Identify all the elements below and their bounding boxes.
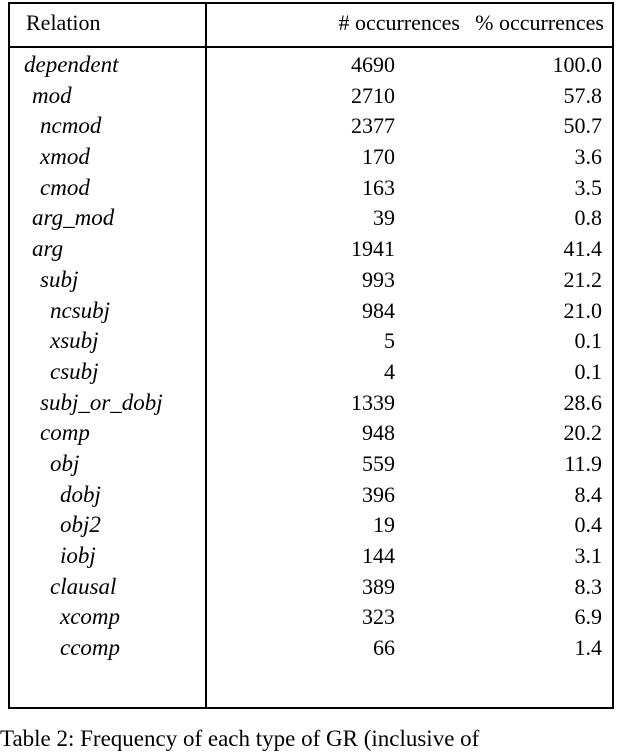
count-cell: 144 [362,543,395,568]
table-row: obj 559 11.9 [10,449,612,480]
relation-cell: arg [32,236,64,262]
relation-cell: ccomp [60,635,121,661]
table-row: xsubj 5 0.1 [10,326,612,357]
relation-cell: clausal [50,573,117,599]
count-cell: 4 [384,358,395,384]
table-row: obj2 19 0.4 [10,510,612,541]
count-cell: 559 [362,450,395,476]
relation-cell: comp [40,420,90,446]
table-row: xmod 170 3.6 [10,142,612,173]
relation-cell: arg_mod [32,205,115,231]
count-cell: 66 [373,635,395,661]
table-body: dependent 4690 100.0 mod 2710 57.8 ncmod 2377 50… [10,50,612,664]
percent-cell: 3.6 [574,144,603,170]
count-cell: 984 [362,297,395,323]
frequency-table: Relation # occurrences % occurrences dep… [8,2,614,709]
count-cell: 396 [362,481,395,507]
table-row: arg 1941 41.4 [10,234,612,265]
relation-cell: subj [40,266,79,292]
percent-cell: 28.6 [563,389,603,415]
header-count: # occurrences [338,10,460,35]
table-row: dependent 4690 100.0 [10,50,612,81]
header-percent: % occurrences [475,10,604,35]
percent-cell: 0.1 [574,358,603,384]
relation-cell: xsubj [50,328,99,354]
table-row: ccomp 66 1.4 [10,633,612,664]
table-row: csubj 4 0.1 [10,357,612,388]
count-cell: 948 [362,420,395,446]
table-row: arg_mod 39 0.8 [10,203,612,234]
relation-cell: ncmod [40,113,102,139]
percent-cell: 57.8 [563,82,603,108]
percent-cell: 20.2 [563,420,603,446]
relation-cell: xmod [40,144,90,170]
relation-cell: xcomp [60,604,121,630]
count-cell: 163 [362,174,395,200]
table-row: xcomp 323 6.9 [10,602,612,633]
table-row: mod 2710 57.8 [10,81,612,112]
percent-cell: 6.9 [574,604,603,630]
table-row: clausal 389 8.3 [10,572,612,603]
count-cell: 323 [362,604,395,630]
table-row: subj_or_dobj 1339 28.6 [10,388,612,419]
count-cell: 2377 [351,113,395,139]
relation-cell: mod [32,82,72,108]
percent-cell: 0.1 [574,328,603,354]
count-cell: 389 [362,573,395,599]
percent-cell: 3.5 [574,174,603,200]
count-cell: 170 [362,144,395,170]
relation-cell: obj2 [60,512,101,538]
count-cell: 4690 [351,52,395,77]
header-separator [10,46,612,48]
relation-cell: ncsubj [50,297,111,323]
count-cell: 1941 [351,236,395,262]
percent-cell: 11.9 [564,450,602,476]
count-cell: 39 [373,205,395,231]
percent-cell: 0.8 [574,205,603,231]
header-relation: Relation [26,10,101,35]
table-caption: Table 2: Frequency of each type of GR (i… [0,726,480,751]
table-row: ncsubj 984 21.0 [10,296,612,327]
percent-cell: 21.0 [563,297,603,323]
percent-cell: 1.4 [574,635,603,661]
relation-cell: iobj [60,543,96,568]
count-cell: 2710 [351,82,395,108]
percent-cell: 41.4 [563,236,603,262]
count-cell: 19 [373,512,395,538]
count-cell: 993 [362,266,395,292]
percent-cell: 3.1 [574,543,603,568]
percent-cell: 0.4 [574,512,603,538]
table-row: cmod 163 3.5 [10,173,612,204]
count-cell: 1339 [351,389,395,415]
percent-cell: 50.7 [563,113,603,139]
table-row: comp 948 20.2 [10,418,612,449]
table-row: ncmod 2377 50.7 [10,111,612,142]
relation-cell: cmod [40,174,90,200]
relation-cell: dependent [24,52,119,77]
percent-cell: 100.0 [552,52,603,77]
table-row: subj 993 21.2 [10,265,612,296]
percent-cell: 21.2 [563,266,603,292]
table-row: iobj 144 3.1 [10,541,612,572]
percent-cell: 8.3 [574,573,603,599]
table-row: dobj 396 8.4 [10,480,612,511]
relation-cell: csubj [50,358,99,384]
relation-cell: subj_or_dobj [40,389,163,415]
relation-cell: dobj [60,481,101,507]
relation-cell: obj [50,450,80,476]
percent-cell: 8.4 [574,481,603,507]
count-cell: 5 [384,328,395,354]
